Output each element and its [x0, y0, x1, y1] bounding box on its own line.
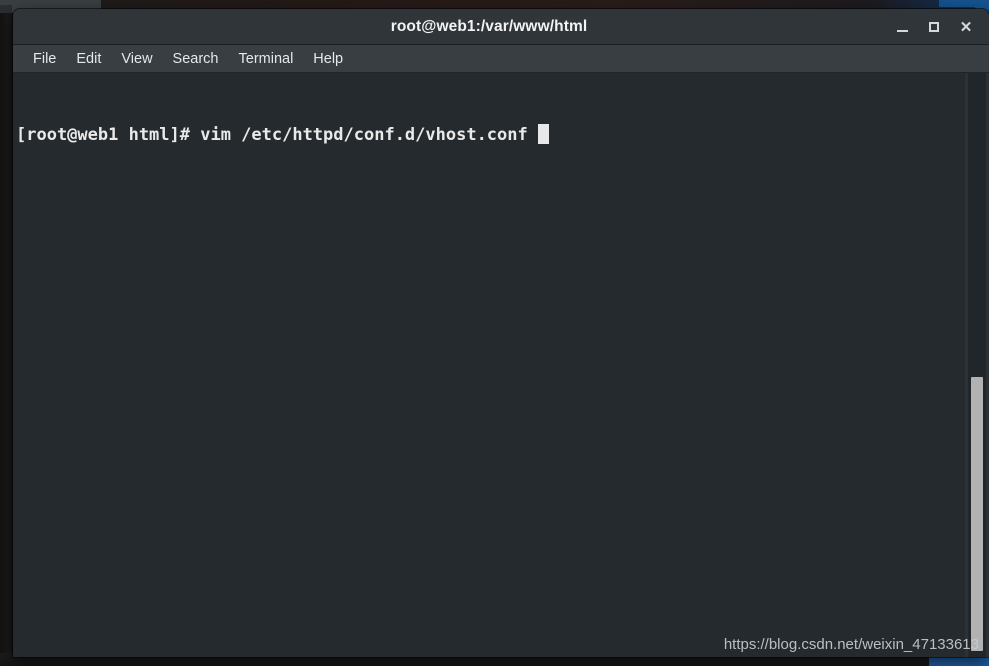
- terminal-scrollbar[interactable]: [965, 73, 989, 657]
- maximize-button[interactable]: [919, 12, 949, 42]
- desktop-blue-corner-strip: [939, 0, 989, 7]
- terminal-window: root@web1:/var/www/html ✕ File Edit View…: [13, 9, 989, 657]
- terminal-command-line: [root@web1 html]# vim /etc/httpd/conf.d/…: [16, 125, 538, 145]
- window-titlebar[interactable]: root@web1:/var/www/html ✕: [13, 9, 989, 45]
- menu-item-file[interactable]: File: [23, 48, 66, 70]
- minimize-icon: [896, 30, 908, 32]
- menu-item-terminal[interactable]: Terminal: [229, 48, 304, 70]
- terminal-body[interactable]: [root@web1 html]# vim /etc/httpd/conf.d/…: [13, 73, 989, 657]
- terminal-scrollbar-thumb[interactable]: [971, 376, 983, 652]
- close-button[interactable]: ✕: [951, 12, 981, 42]
- desktop-left-gutter: [0, 13, 13, 653]
- menu-item-edit[interactable]: Edit: [66, 48, 111, 70]
- taskbar-sliver[interactable]: [929, 656, 989, 666]
- menu-item-help[interactable]: Help: [303, 48, 353, 70]
- desktop: root@web1:/var/www/html ✕ File Edit View…: [0, 0, 989, 666]
- maximize-icon: [929, 22, 939, 32]
- terminal-cursor: [537, 124, 549, 144]
- minimize-button[interactable]: [887, 12, 917, 42]
- window-title: root@web1:/var/www/html: [390, 17, 588, 35]
- menu-item-view[interactable]: View: [111, 48, 162, 70]
- menubar: File Edit View Search Terminal Help: [13, 45, 989, 73]
- menu-item-search[interactable]: Search: [163, 48, 229, 70]
- terminal-line: [root@web1 html]# vim /etc/httpd/conf.d/…: [16, 124, 965, 147]
- window-controls: ✕: [887, 9, 981, 45]
- close-icon: ✕: [959, 18, 973, 36]
- terminal-screen[interactable]: [root@web1 html]# vim /etc/httpd/conf.d/…: [13, 73, 965, 657]
